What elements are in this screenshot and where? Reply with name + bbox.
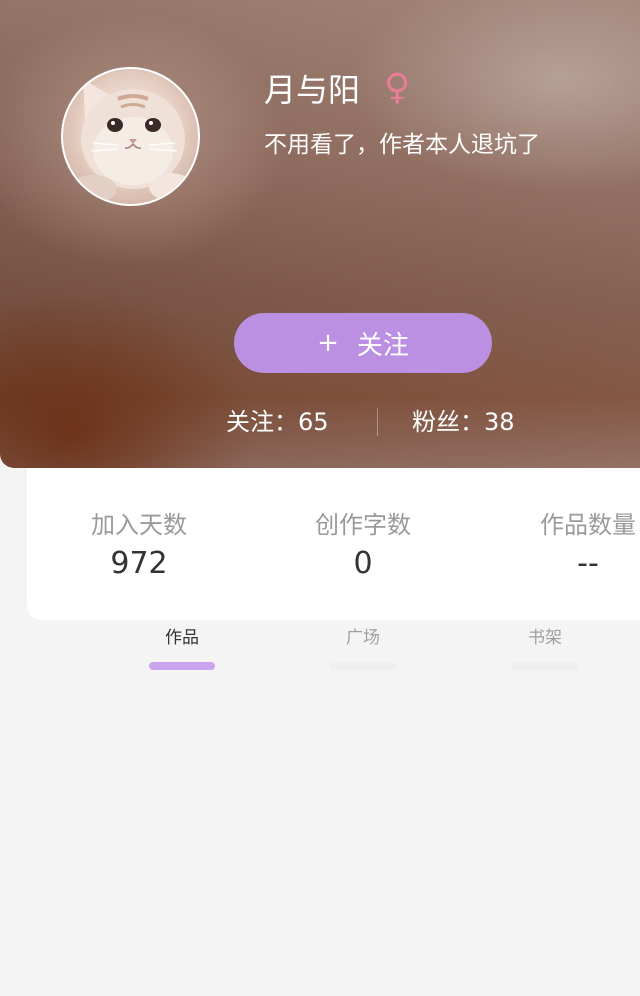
stat-label: 作品数量 [540,511,636,539]
tab-label: 书架 [528,628,562,648]
tab-indicator [330,662,396,670]
tab-indicator [512,662,578,670]
stats-card: 加入天数 972 创作字数 0 作品数量 -- [27,468,640,620]
tab-label: 作品 [165,628,199,648]
plus-icon: + [317,328,339,358]
profile-header: 月与阳 ♀ 不用看了，作者本人退坑了 + 关注 关注：65 粉丝：38 [0,0,640,468]
stat-value: 972 [110,546,168,581]
stat-label: 创作字数 [315,511,411,539]
count-divider [377,408,378,436]
follow-button-label: 关注 [356,330,409,361]
nickname: 月与阳 [264,71,361,109]
stat-value: -- [577,546,599,581]
tab-indicator [149,662,215,670]
follow-counts: 关注：65 粉丝：38 [200,400,560,444]
stat-word-count: 创作字数 0 [263,508,463,584]
stat-label: 加入天数 [91,511,187,539]
tab-bookshelf[interactable]: 书架 [500,626,590,670]
stat-works-count: 作品数量 -- [488,508,640,584]
stat-join-days: 加入天数 972 [39,508,239,584]
following-count[interactable]: 关注：65 [226,400,329,444]
content-tabs: 作品 广场 书架 [0,620,640,680]
female-symbol-icon: ♀ [384,67,411,108]
follow-button[interactable]: + 关注 [234,313,492,373]
tab-plaza[interactable]: 广场 [318,626,408,670]
profile-page: 月与阳 ♀ 不用看了，作者本人退坑了 + 关注 关注：65 粉丝：38 加入天数… [0,0,640,996]
stat-value: 0 [353,546,373,581]
fans-count[interactable]: 粉丝：38 [412,400,515,444]
avatar[interactable] [61,67,200,206]
bio-text: 不用看了，作者本人退坑了 [264,132,540,158]
tab-label: 广场 [346,628,380,648]
cat-avatar-image [69,79,193,203]
tab-works[interactable]: 作品 [137,626,227,670]
